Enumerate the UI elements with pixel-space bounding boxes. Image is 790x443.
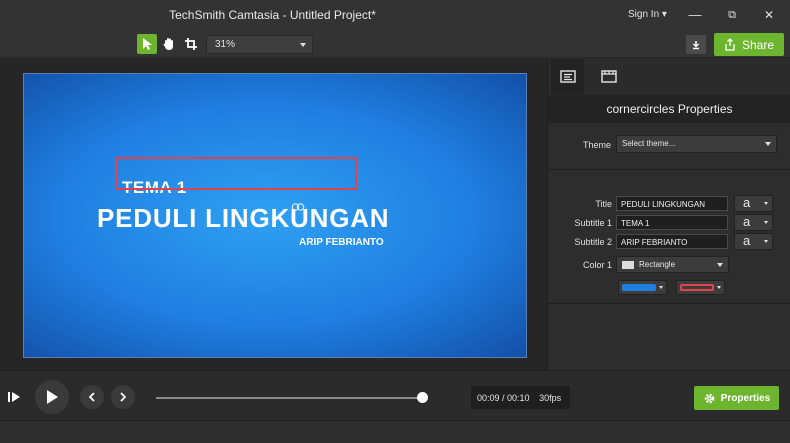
zoom-dropdown[interactable]: 31% bbox=[206, 35, 313, 54]
minimize-button[interactable]: — bbox=[686, 6, 704, 24]
time-display: 00:09 / 00:10 30fps bbox=[471, 386, 570, 409]
color1-label: Color 1 bbox=[582, 260, 612, 270]
section-divider bbox=[548, 303, 790, 304]
chevron-down-icon bbox=[717, 263, 723, 267]
outline-color-swatch bbox=[680, 284, 714, 291]
chevron-down-icon bbox=[764, 202, 768, 205]
share-label: Share bbox=[741, 37, 775, 52]
color1-dropdown[interactable]: Rectangle bbox=[616, 256, 729, 273]
fill-color-picker[interactable] bbox=[618, 280, 667, 295]
sign-in-button[interactable]: Sign In ▾ bbox=[628, 9, 667, 20]
fps-value: 30fps bbox=[539, 393, 562, 403]
chevron-down-icon bbox=[659, 286, 663, 289]
hand-icon bbox=[163, 38, 173, 50]
crop-icon bbox=[185, 38, 197, 50]
chevron-down-icon bbox=[765, 142, 771, 146]
title-bar: TechSmith Camtasia - Untitled Project* S… bbox=[0, 0, 790, 32]
slide-title[interactable]: PEDULI LINGKUNGAN bbox=[97, 203, 389, 234]
chevron-down-icon bbox=[300, 43, 306, 47]
font-icon: a bbox=[743, 214, 751, 229]
camtasia-window: TechSmith Camtasia - Untitled Project* S… bbox=[0, 0, 790, 443]
subtitle1-field[interactable]: TEMA 1 bbox=[616, 215, 728, 230]
chevron-right-icon bbox=[120, 392, 127, 402]
theme-value: Select theme... bbox=[622, 139, 676, 148]
chevron-down-icon bbox=[764, 240, 768, 243]
share-button[interactable]: Share bbox=[714, 33, 784, 56]
window-title: TechSmith Camtasia - Untitled Project* bbox=[169, 8, 376, 22]
fill-color-swatch bbox=[622, 284, 656, 291]
chevron-down-icon bbox=[717, 286, 721, 289]
tab-visual-properties[interactable] bbox=[592, 59, 625, 94]
next-button[interactable] bbox=[111, 385, 135, 409]
preview-canvas: TEMA 1 PEDULI LINGKUNGAN ARIP FEBRIANTO bbox=[0, 59, 547, 370]
tab-annotation-properties[interactable] bbox=[551, 59, 584, 94]
slide-subtitle-2[interactable]: ARIP FEBRIANTO bbox=[299, 237, 384, 248]
chevron-left-icon bbox=[88, 392, 95, 402]
select-arrow-tool[interactable] bbox=[137, 34, 157, 54]
properties-header: cornercircles Properties bbox=[548, 95, 790, 123]
scrubber-track[interactable] bbox=[156, 397, 426, 399]
download-button[interactable] bbox=[686, 35, 706, 54]
pan-tool[interactable] bbox=[159, 34, 179, 54]
outline-color-picker[interactable] bbox=[676, 280, 725, 295]
timeline-strip bbox=[0, 420, 790, 443]
crop-tool[interactable] bbox=[181, 34, 201, 54]
arrow-cursor-icon bbox=[143, 38, 152, 50]
play-button[interactable] bbox=[35, 380, 69, 414]
color1-value: Rectangle bbox=[639, 260, 676, 269]
film-strip-icon bbox=[600, 70, 617, 83]
scrubber-handle[interactable] bbox=[417, 392, 428, 403]
previous-button[interactable] bbox=[80, 385, 104, 409]
properties-button-label: Properties bbox=[720, 392, 771, 404]
slide-preview[interactable]: TEMA 1 PEDULI LINGKUNGAN ARIP FEBRIANTO bbox=[23, 73, 527, 358]
chevron-down-icon bbox=[764, 221, 768, 224]
font-icon: a bbox=[743, 195, 751, 210]
title-label: Title bbox=[595, 199, 612, 209]
subtitle2-label: Subtitle 2 bbox=[574, 237, 612, 247]
step-play-icon[interactable] bbox=[7, 390, 21, 404]
zoom-value: 31% bbox=[215, 39, 236, 50]
section-divider bbox=[548, 169, 790, 170]
gear-icon bbox=[704, 393, 715, 403]
playback-bar: 00:09 / 00:10 30fps Properties bbox=[0, 370, 790, 420]
move-handle-icon[interactable] bbox=[291, 200, 305, 214]
selection-box[interactable] bbox=[115, 157, 357, 190]
current-time: 00:09 / 00:10 bbox=[477, 393, 530, 403]
close-button[interactable]: ✕ bbox=[760, 6, 778, 24]
theme-label: Theme bbox=[582, 140, 611, 150]
title-field[interactable]: PEDULI LINGKUNGAN bbox=[616, 196, 728, 211]
subtitle1-font-button[interactable]: a bbox=[734, 214, 773, 231]
theme-dropdown[interactable]: Select theme... bbox=[616, 135, 777, 153]
panel-tabs bbox=[548, 59, 790, 95]
properties-button[interactable]: Properties bbox=[694, 386, 779, 410]
rectangle-swatch-icon bbox=[622, 261, 634, 269]
subtitle2-font-button[interactable]: a bbox=[734, 233, 773, 250]
title-font-button[interactable]: a bbox=[734, 195, 773, 212]
font-icon: a bbox=[743, 233, 751, 248]
properties-panel: cornercircles Properties Theme Select th… bbox=[547, 59, 790, 370]
download-icon bbox=[692, 40, 700, 49]
play-icon bbox=[47, 390, 58, 404]
subtitle2-field[interactable]: ARIP FEBRIANTO bbox=[616, 234, 728, 249]
maximize-button[interactable]: ⧉ bbox=[723, 6, 741, 24]
subtitle1-label: Subtitle 1 bbox=[574, 218, 612, 228]
text-properties-icon bbox=[559, 70, 576, 83]
canvas-toolbar: 31% Share bbox=[0, 32, 790, 58]
share-icon bbox=[725, 38, 735, 51]
